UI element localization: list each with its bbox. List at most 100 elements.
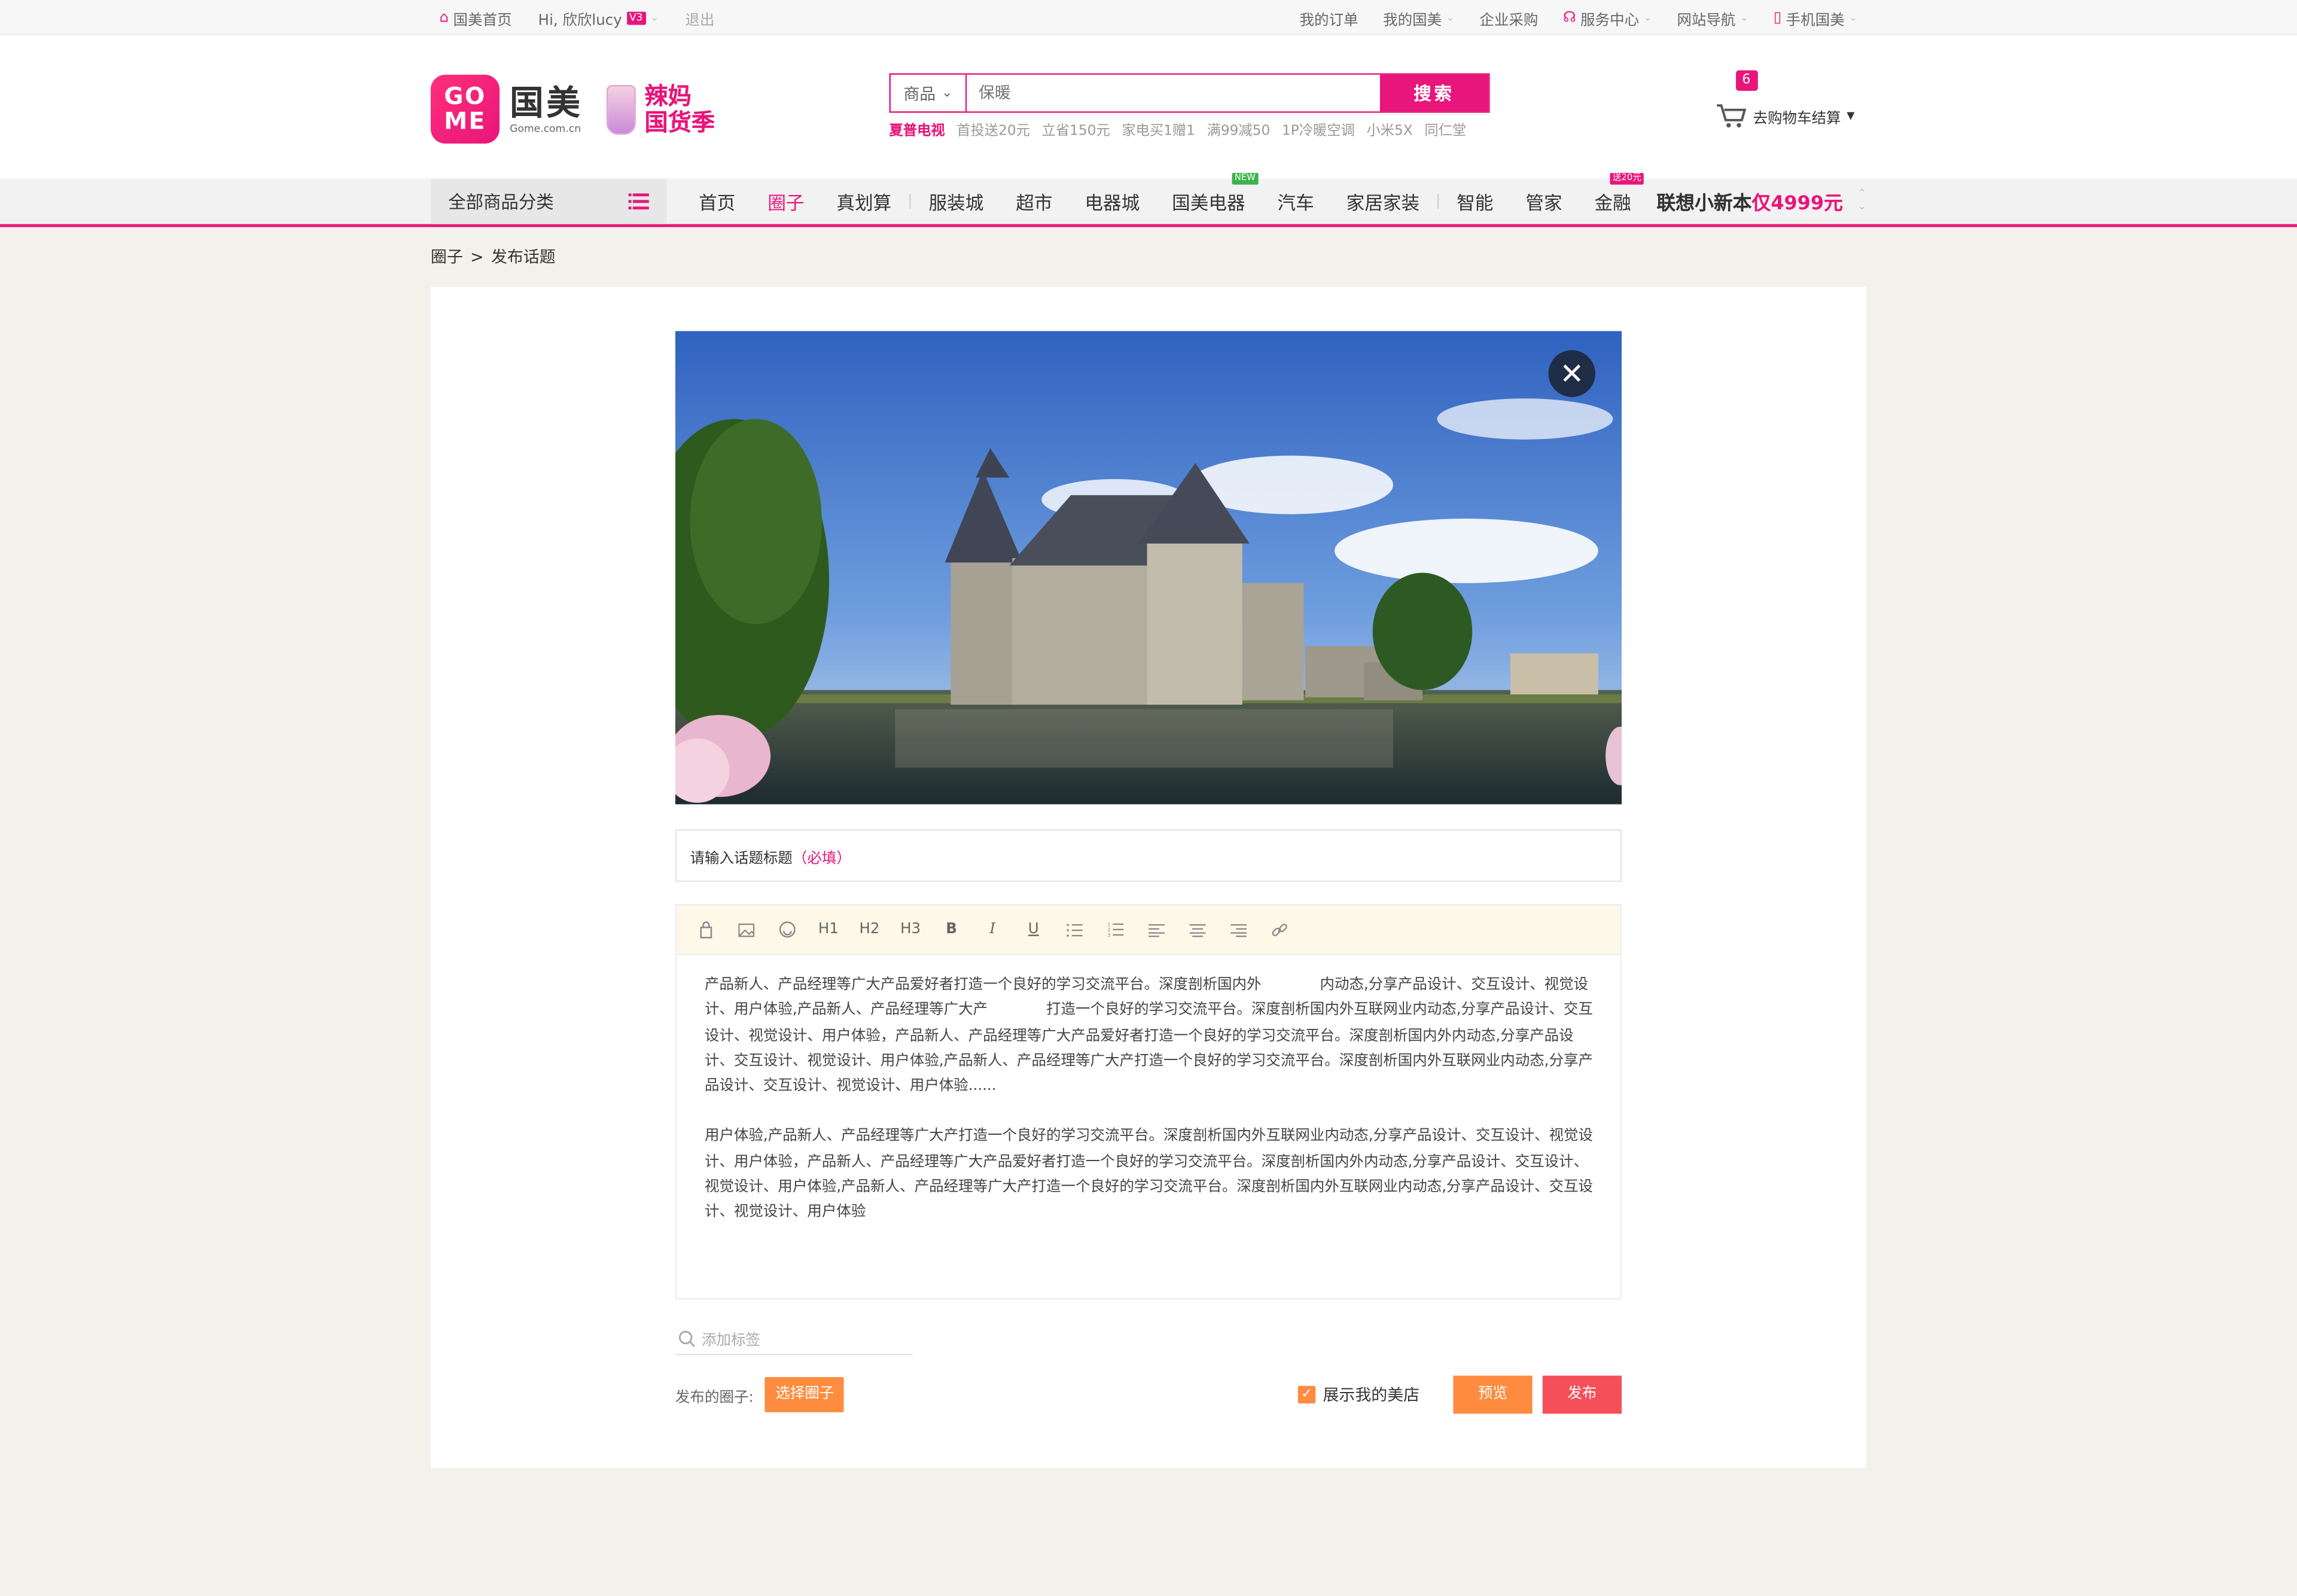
preview-button[interactable]: 预览 — [1453, 1375, 1533, 1414]
heading3-button[interactable]: H3 — [900, 921, 921, 937]
align-left-icon[interactable] — [1148, 922, 1165, 937]
site-nav-menu[interactable]: 网站导航 ⌄ — [1677, 7, 1748, 29]
post-editor-panel: ✕ 请输入话题标题 （必填） H1 H2 H3 B I U 1 2 3 产品新人… — [431, 287, 1867, 1468]
ad-scroll-arrows[interactable]: ⌃ ⌄ — [1858, 187, 1866, 214]
promo-badge: 送20元 — [1609, 172, 1644, 185]
nav-item-auto[interactable]: 汽车 — [1262, 187, 1330, 215]
editor-toolbar: H1 H2 H3 B I U 123 — [675, 904, 1622, 955]
all-categories-button[interactable]: 全部商品分类 — [431, 178, 667, 224]
body-paragraph: 用户体验,产品新人、产品经理等广大产打造一个良好的学习交流平台。深度剖析国内外互… — [704, 1128, 1593, 1221]
remove-image-button[interactable]: ✕ — [1548, 350, 1595, 397]
hotword[interactable]: 夏普电视 — [889, 118, 945, 139]
underline-button[interactable]: U — [1025, 921, 1041, 937]
chevron-down-icon: ⌄ — [650, 11, 659, 24]
hotword[interactable]: 满99减50 — [1207, 118, 1271, 139]
hot-keywords: 夏普电视 首投送20元 立省150元 家电买1赠1 满99减50 1P冷暖空调 … — [889, 118, 1490, 139]
heading2-button[interactable]: H2 — [859, 921, 879, 937]
chevron-up-icon: ⌃ — [1857, 187, 1867, 200]
hotword[interactable]: 首投送20元 — [956, 118, 1030, 139]
search-category-select[interactable]: 商品 ⌄ — [891, 74, 967, 112]
service-center-menu[interactable]: ☊ 服务中心 ⌄ — [1563, 7, 1652, 29]
align-center-icon[interactable] — [1189, 922, 1206, 937]
home-link[interactable]: ⌂ 国美首页 — [440, 7, 512, 29]
nav-item-circle[interactable]: 圈子 — [751, 187, 820, 215]
main-nav: 全部商品分类 首页 圈子 真划算 | 服装城 超市 电器城 国美电器 NEW 汽车… — [0, 172, 2297, 227]
logo-mark: GO ME — [431, 74, 500, 144]
cart-button[interactable]: 6 去购物车结算 ▼ — [1715, 70, 1855, 129]
align-right-icon[interactable] — [1230, 922, 1247, 937]
numbered-list-icon[interactable]: 123 — [1107, 921, 1124, 937]
nav-item-smart[interactable]: 智能 — [1440, 187, 1509, 215]
chevron-down-icon: ⌄ — [1446, 11, 1455, 24]
search-area: 商品 ⌄ 搜索 夏普电视 首投送20元 立省150元 家电买1赠1 满99减50… — [889, 73, 1490, 139]
new-badge: NEW — [1232, 172, 1259, 185]
nav-item-home-decor[interactable]: 家居家装 — [1330, 187, 1436, 215]
search-button[interactable]: 搜索 — [1379, 74, 1489, 112]
milk-tea-icon — [606, 84, 636, 135]
add-tag-input[interactable]: 添加标签 — [675, 1323, 913, 1356]
nav-item-home[interactable]: 首页 — [683, 187, 751, 215]
breadcrumb-current: 发布话题 — [491, 247, 556, 267]
svg-text:2: 2 — [1107, 927, 1110, 933]
nav-item-deals[interactable]: 真划算 — [821, 187, 908, 215]
chevron-down-icon: ⌄ — [1848, 11, 1858, 24]
home-icon: ⌂ — [439, 9, 449, 26]
list-icon — [628, 193, 649, 210]
nav-item-supermarket[interactable]: 超市 — [1000, 187, 1068, 215]
hotword[interactable]: 立省150元 — [1042, 118, 1110, 139]
choose-circle-button[interactable]: 选择圈子 — [765, 1377, 845, 1412]
user-level-badge: V3 — [626, 11, 646, 25]
publish-button[interactable]: 发布 — [1542, 1375, 1622, 1414]
italic-button[interactable]: I — [985, 921, 1001, 937]
user-greeting[interactable]: Hi, 欣欣lucy V3 ⌄ — [538, 7, 659, 29]
my-orders-link[interactable]: 我的订单 — [1299, 7, 1358, 29]
svg-text:3: 3 — [1107, 933, 1110, 937]
checkmark-icon: ✓ — [1297, 1385, 1316, 1404]
chevron-down-icon: ⌄ — [1643, 11, 1652, 24]
caret-down-icon: ▼ — [1847, 109, 1855, 122]
chevron-down-icon: ⌄ — [1857, 200, 1867, 213]
image-icon[interactable] — [738, 922, 755, 937]
show-shop-checkbox[interactable]: ✓ 展示我的美店 — [1297, 1376, 1419, 1414]
bold-button[interactable]: B — [943, 921, 959, 937]
gome-logo[interactable]: GO ME 国美 Gome.com.cn 辣妈 国货季 — [431, 74, 715, 144]
logout-link[interactable]: 退出 — [685, 7, 714, 29]
hotword[interactable]: 家电买1赠1 — [1122, 118, 1195, 139]
chevron-down-icon: ⌄ — [942, 86, 953, 100]
bullet-list-icon[interactable] — [1067, 922, 1083, 937]
topic-body-editor[interactable]: 产品新人、产品经理等广大产品爱好者打造一个良好的学习交流平台。深度剖析国内外 内… — [675, 955, 1622, 1300]
nav-item-electronics[interactable]: 电器城 — [1068, 187, 1156, 215]
headset-icon: ☊ — [1563, 9, 1576, 26]
nav-item-finance[interactable]: 金融 送20元 — [1579, 172, 1647, 215]
logo-text: 国美 — [510, 84, 583, 123]
circle-label: 发布的圈子: — [675, 1389, 754, 1406]
breadcrumb-root[interactable]: 圈子 — [431, 245, 463, 268]
enterprise-link[interactable]: 企业采购 — [1479, 7, 1538, 29]
emoji-icon[interactable] — [779, 921, 796, 938]
my-gome-menu[interactable]: 我的国美 ⌄ — [1383, 7, 1455, 29]
cart-icon: 6 — [1715, 70, 1757, 129]
hotword[interactable]: 同仁堂 — [1424, 118, 1466, 139]
mobile-gome-menu[interactable]: ▯ 手机国美 ⌄ — [1774, 7, 1858, 29]
nav-item-clothing[interactable]: 服装城 — [913, 187, 1000, 215]
topic-title-input[interactable]: 请输入话题标题 （必填） — [675, 829, 1622, 882]
hotword[interactable]: 1P冷暖空调 — [1282, 118, 1355, 139]
phone-icon: ▯ — [1773, 9, 1782, 26]
hotword[interactable]: 小米5X — [1366, 118, 1412, 139]
cover-image: ✕ — [675, 331, 1622, 805]
top-bar: ⌂ 国美首页 Hi, 欣欣lucy V3 ⌄ 退出 我的订单 我的国美 ⌄ 企业采… — [0, 0, 2297, 35]
attach-icon[interactable] — [697, 921, 714, 938]
nav-ad[interactable]: 联想小新本 仅4999元 — [1656, 179, 1843, 224]
breadcrumb: 圈子 > 发布话题 — [0, 227, 2297, 286]
body-paragraph: 产品新人、产品经理等广大产品爱好者打造一个良好的学习交流平台。深度剖析国内外 内… — [704, 977, 1593, 1095]
chevron-down-icon: ⌄ — [1739, 11, 1749, 24]
link-icon[interactable] — [1272, 921, 1288, 938]
nav-item-gome-appliances[interactable]: 国美电器 NEW — [1156, 172, 1261, 215]
header: GO ME 国美 Gome.com.cn 辣妈 国货季 商品 ⌄ 保暖 搜索 夏… — [0, 35, 2297, 179]
nav-item-butler[interactable]: 管家 — [1509, 187, 1578, 215]
search-icon — [678, 1330, 695, 1347]
promo-banner[interactable]: 辣妈 国货季 — [606, 82, 715, 135]
search-input[interactable] — [967, 74, 1380, 112]
logo-domain: Gome.com.cn — [510, 122, 581, 135]
heading1-button[interactable]: H1 — [818, 921, 839, 937]
